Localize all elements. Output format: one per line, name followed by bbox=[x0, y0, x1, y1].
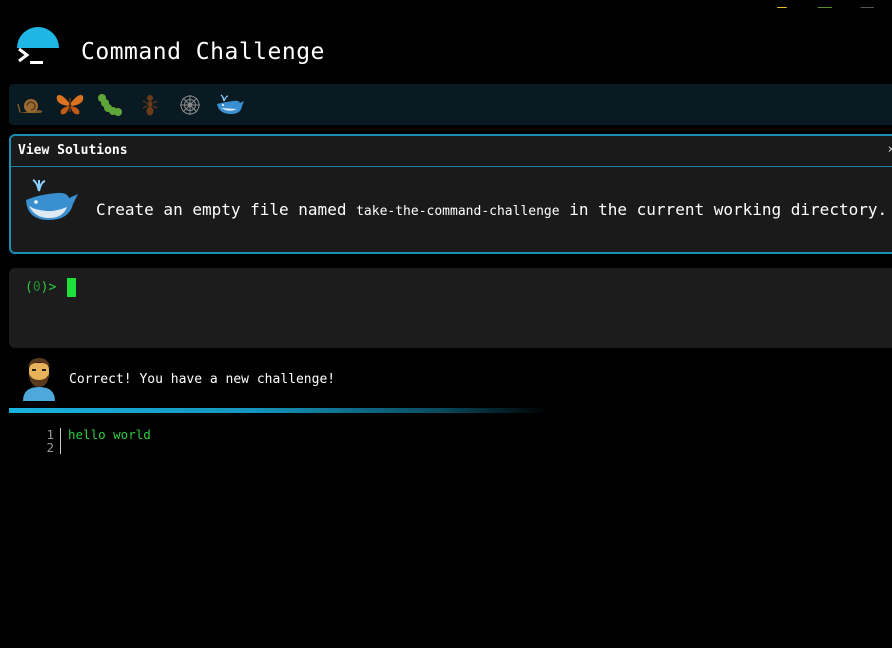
list-icon[interactable] bbox=[732, 0, 748, 8]
line-content: hello world bbox=[68, 427, 151, 442]
prompt-open: ( bbox=[25, 280, 33, 295]
result-message: Correct! You have a new challenge! bbox=[20, 356, 335, 402]
challenge-text-before: Create an empty file named bbox=[96, 200, 357, 219]
user-avatar-icon[interactable] bbox=[858, 0, 874, 8]
line-number: 2 bbox=[46, 440, 54, 455]
terminal-cursor bbox=[67, 278, 76, 297]
lightbulb-icon[interactable] bbox=[774, 0, 790, 8]
output-panel: 1 hello world 2 bbox=[40, 428, 151, 454]
spider-web-icon[interactable] bbox=[175, 90, 205, 120]
ant-icon[interactable] bbox=[135, 90, 165, 120]
output-line: 2 bbox=[40, 441, 151, 454]
butterfly-icon[interactable] bbox=[55, 90, 85, 120]
challenge-description: Create an empty file named take-the-comm… bbox=[96, 200, 887, 219]
bearded-man-avatar-icon bbox=[20, 357, 58, 401]
terminal-logo-icon[interactable] bbox=[14, 27, 60, 73]
caterpillar-icon[interactable] bbox=[95, 90, 125, 120]
message-text: Correct! You have a new challenge! bbox=[69, 371, 336, 387]
level-bar bbox=[9, 84, 892, 125]
terminal-input[interactable]: (0)> bbox=[9, 268, 892, 348]
prompt-count: 0 bbox=[32, 280, 41, 295]
terminal-prompt: (0)> bbox=[25, 280, 56, 295]
app-header: Command Challenge bbox=[14, 20, 325, 80]
panel-header: View Solutions × bbox=[11, 136, 892, 167]
snail-icon[interactable] bbox=[15, 90, 45, 120]
page: Command Challenge View Solutions × Creat… bbox=[0, 0, 892, 648]
challenge-text-after: in the current working directory. bbox=[559, 200, 888, 219]
whale-icon[interactable] bbox=[215, 90, 245, 120]
app-title: Command Challenge bbox=[81, 39, 325, 65]
alien-icon[interactable] bbox=[816, 0, 832, 8]
line-separator bbox=[60, 428, 61, 441]
line-separator bbox=[60, 441, 61, 454]
prompt-close: )> bbox=[40, 280, 57, 295]
output-line: 1 hello world bbox=[40, 428, 151, 441]
progress-bar bbox=[9, 408, 549, 413]
whale-icon bbox=[23, 176, 79, 226]
challenge-panel: View Solutions × Create an empty file na… bbox=[9, 134, 892, 254]
top-right-icons bbox=[732, 0, 874, 8]
view-solutions-button[interactable]: View Solutions bbox=[18, 143, 128, 158]
close-icon[interactable]: × bbox=[888, 142, 892, 156]
challenge-filename: take-the-command-challenge bbox=[356, 204, 560, 219]
